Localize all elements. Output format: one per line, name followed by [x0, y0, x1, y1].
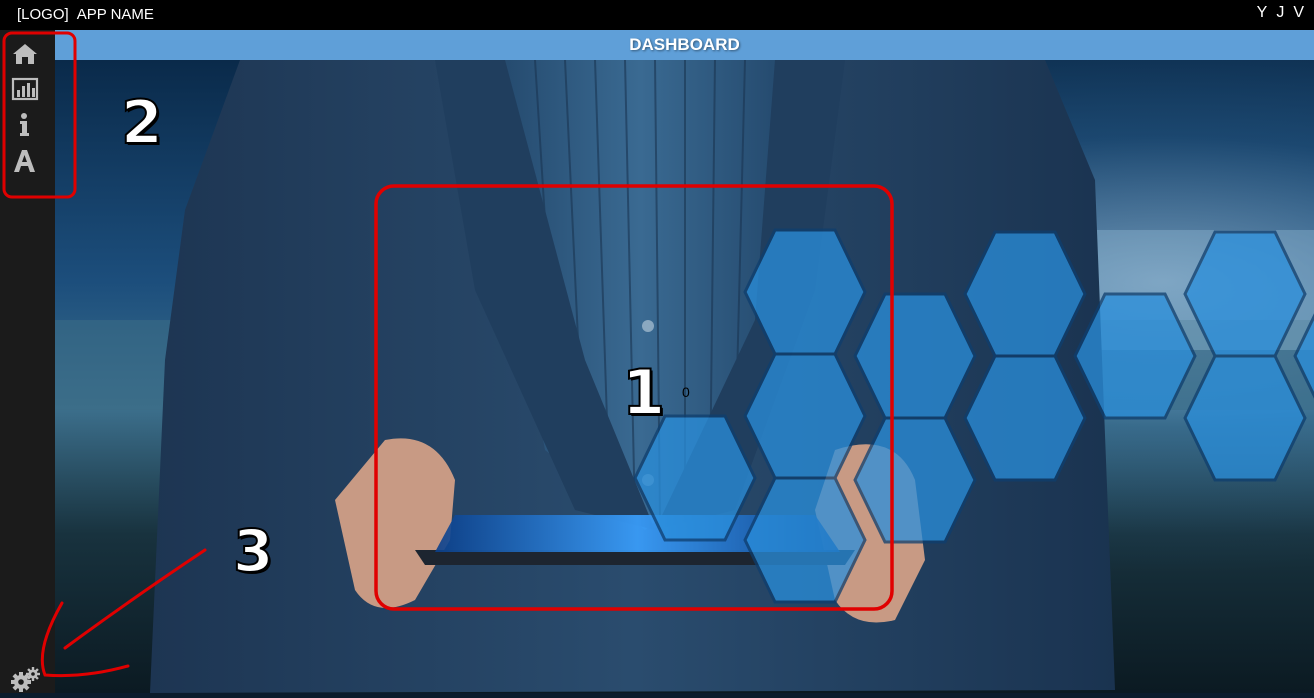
tile-value: 0 [682, 384, 690, 400]
font-icon[interactable] [11, 148, 39, 174]
brand[interactable]: [LOGO] APP NAME [17, 6, 162, 23]
bar-chart-icon[interactable] [11, 76, 39, 102]
annotation-label-1: 1 [621, 356, 666, 429]
info-icon[interactable] [11, 112, 39, 138]
top-bar: [LOGO] APP NAME YJV [0, 0, 1314, 30]
user-initial: V [1293, 4, 1304, 21]
dashboard-content: 0 [55, 60, 1314, 693]
annotation-label-2: 2 [120, 88, 164, 158]
app-name: APP NAME [76, 6, 154, 23]
page-title: DASHBOARD [55, 30, 1314, 60]
annotation-label-3: 3 [232, 517, 274, 585]
user-initials[interactable]: YJV [1248, 4, 1304, 22]
hero-background-image [55, 60, 1314, 693]
home-icon[interactable] [11, 41, 39, 67]
user-initial: Y [1256, 4, 1268, 21]
gears-icon[interactable] [10, 665, 40, 693]
logo: [LOGO] [17, 6, 69, 23]
sidebar [0, 30, 55, 693]
user-initial: J [1276, 4, 1285, 21]
